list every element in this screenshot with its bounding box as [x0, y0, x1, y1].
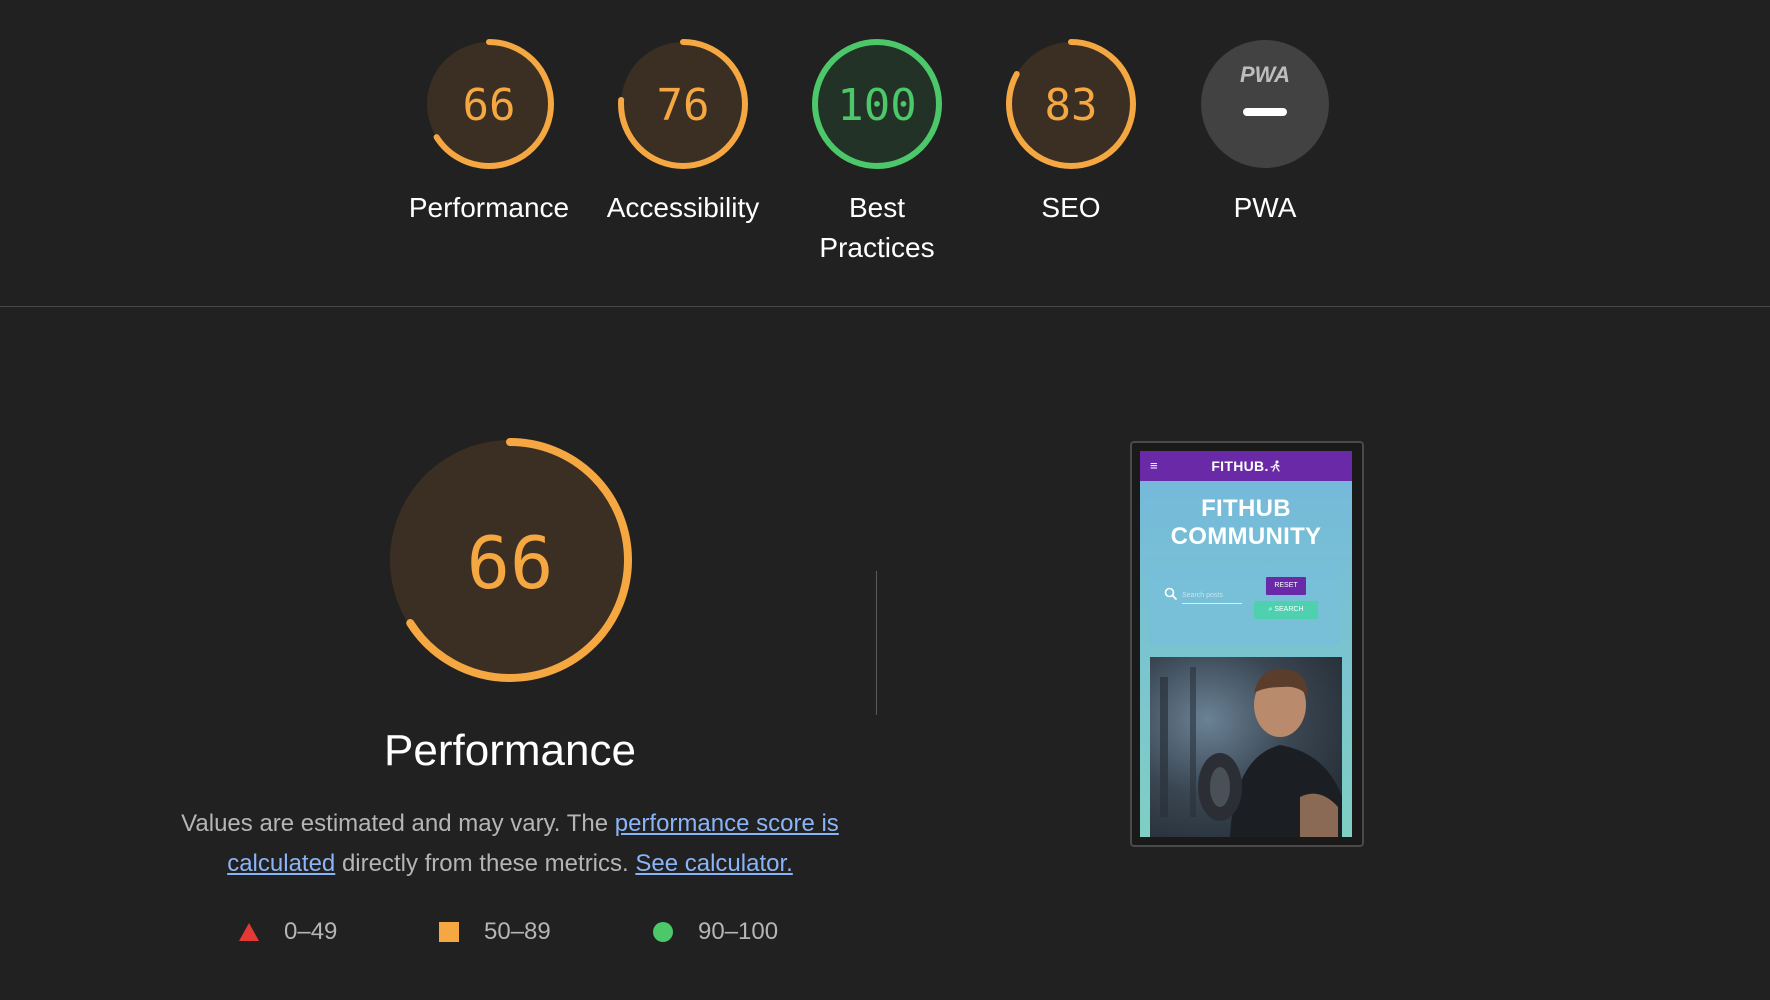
- final-screenshot[interactable]: ≡ FITHUB. FITHUB COMMUNITY Search posts …: [1130, 441, 1364, 847]
- gauge-label: PWA: [1233, 192, 1297, 223]
- screenshot-search-input: Search posts: [1182, 589, 1242, 604]
- zoom-search-icon: [1164, 587, 1178, 601]
- screenshot-search-button: ⌕ SEARCH: [1254, 601, 1318, 619]
- screenshot-page: ≡ FITHUB. FITHUB COMMUNITY Search posts …: [1140, 451, 1352, 837]
- performance-description: Values are estimated and may vary. The p…: [180, 804, 840, 884]
- performance-score: 66: [467, 521, 554, 605]
- performance-gauge-ring: 66: [424, 39, 554, 169]
- category-gauges: 66 Performance 76 Accessibility 100 Best…: [0, 36, 1770, 266]
- section-divider: [0, 306, 1770, 307]
- gauge-seo[interactable]: 83 SEO: [986, 36, 1156, 228]
- gauge-accessibility[interactable]: 76 Accessibility: [598, 36, 768, 228]
- screenshot-hero-title: FITHUB COMMUNITY: [1140, 495, 1352, 551]
- search-button-label: SEARCH: [1274, 606, 1304, 613]
- gauge-label: Accessibility: [606, 192, 760, 223]
- legend-average: 50–89: [438, 918, 551, 946]
- performance-title: Performance: [384, 726, 636, 775]
- hamburger-menu-icon: ≡: [1150, 458, 1158, 473]
- circle-icon: [653, 922, 673, 942]
- screenshot-brand: FITHUB.: [1140, 458, 1352, 474]
- gauge-score: 66: [463, 80, 516, 131]
- legend-range: 50–89: [484, 918, 551, 945]
- legend-pass: 90–100: [652, 918, 778, 946]
- accessibility-gauge-ring: 76: [618, 39, 748, 169]
- gauge-label-line1: Best: [848, 192, 906, 223]
- desc-text: directly from these metrics.: [335, 850, 636, 877]
- pwa-badge-icon: PWA: [1240, 62, 1290, 87]
- runner-icon: [1270, 460, 1280, 472]
- triangle-icon: [239, 923, 259, 941]
- screenshot-reset-button: RESET: [1266, 577, 1306, 595]
- desc-text: Values are estimated and may vary. The: [181, 810, 615, 837]
- gauge-pwa[interactable]: PWA PWA: [1180, 36, 1350, 228]
- gauge-performance[interactable]: 66 Performance: [404, 36, 574, 228]
- dash-icon: [1243, 108, 1287, 116]
- gauge-label: SEO: [1041, 192, 1101, 223]
- athlete-image: [1160, 667, 1342, 837]
- screenshot-search-panel: Search posts RESET ⌕ SEARCH: [1150, 563, 1340, 645]
- screenshot-fitness-photo: [1150, 657, 1342, 837]
- brand-text: FITHUB.: [1211, 458, 1269, 474]
- vertical-divider: [876, 571, 877, 715]
- performance-score-gauge: 66: [382, 432, 638, 688]
- seo-gauge-ring: 83: [1006, 39, 1136, 169]
- gauge-score: 83: [1045, 80, 1098, 131]
- gauge-label-line2: Practices: [819, 232, 935, 263]
- square-icon: [439, 922, 459, 942]
- gauge-best-practices[interactable]: 100 Best Practices: [792, 36, 962, 268]
- legend-range: 90–100: [698, 918, 779, 945]
- pwa-gauge-ring: PWA: [1201, 40, 1329, 168]
- see-calculator-link[interactable]: See calculator.: [635, 850, 792, 877]
- best-practices-gauge-ring: 100: [812, 39, 942, 169]
- hero-line: FITHUB: [1201, 495, 1291, 522]
- gauge-label: Best Practices: [792, 188, 962, 268]
- legend-range: 0–49: [284, 918, 338, 945]
- gauge-score: 100: [837, 80, 916, 131]
- screenshot-navbar: ≡ FITHUB.: [1140, 451, 1352, 481]
- hero-line: COMMUNITY: [1170, 523, 1322, 550]
- gauge-score: 76: [657, 80, 710, 131]
- legend-fail: 0–49: [238, 918, 337, 946]
- gauge-label: Performance: [408, 192, 570, 223]
